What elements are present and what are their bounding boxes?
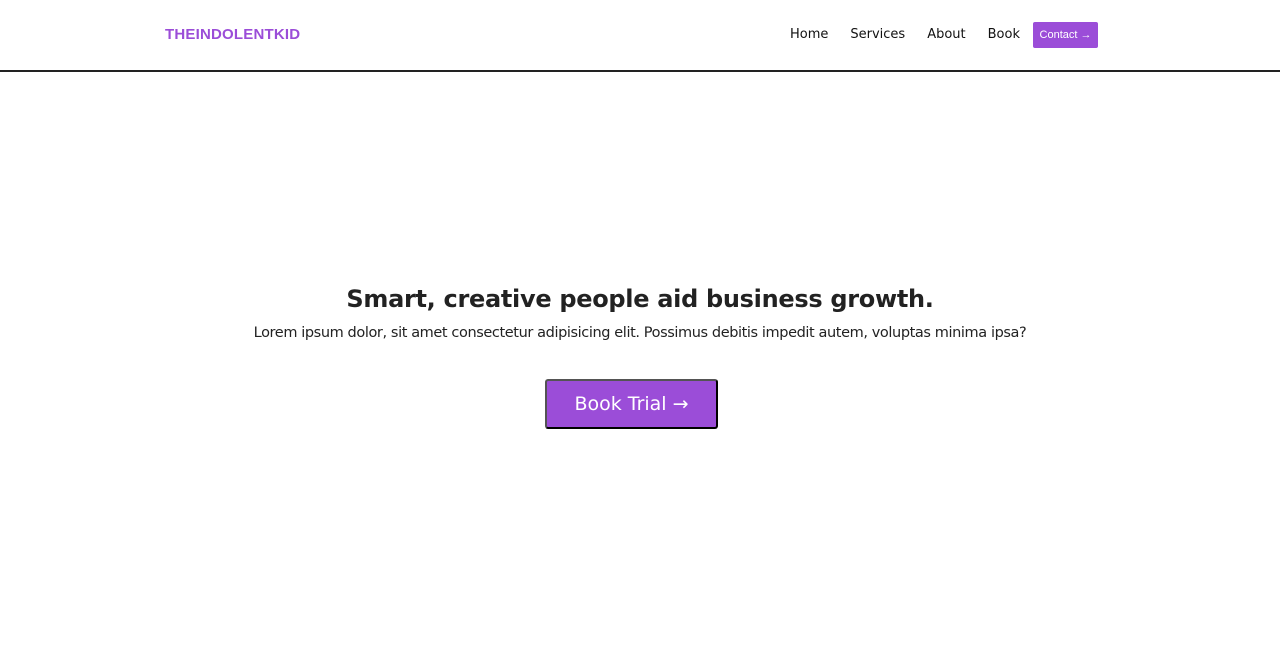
navbar: THEINDOLENTKID Home Services About Book … [0,0,1280,72]
hero-subtitle: Lorem ipsum dolor, sit amet consectetur … [253,325,1027,341]
nav-link-home[interactable]: Home [790,22,828,48]
contact-button[interactable]: Contact → [1033,22,1098,48]
book-trial-button[interactable]: Book Trial → [545,379,718,429]
site-logo[interactable]: THEINDOLENTKID [165,25,300,45]
nav-link-book[interactable]: Book [988,22,1020,48]
nav-links: Home Services About Book Contact → [790,22,1098,48]
hero-section: Smart, creative people aid business grow… [0,282,1280,344]
hero-title: Smart, creative people aid business grow… [346,285,934,313]
nav-link-about[interactable]: About [927,22,965,48]
nav-link-services[interactable]: Services [850,22,905,48]
